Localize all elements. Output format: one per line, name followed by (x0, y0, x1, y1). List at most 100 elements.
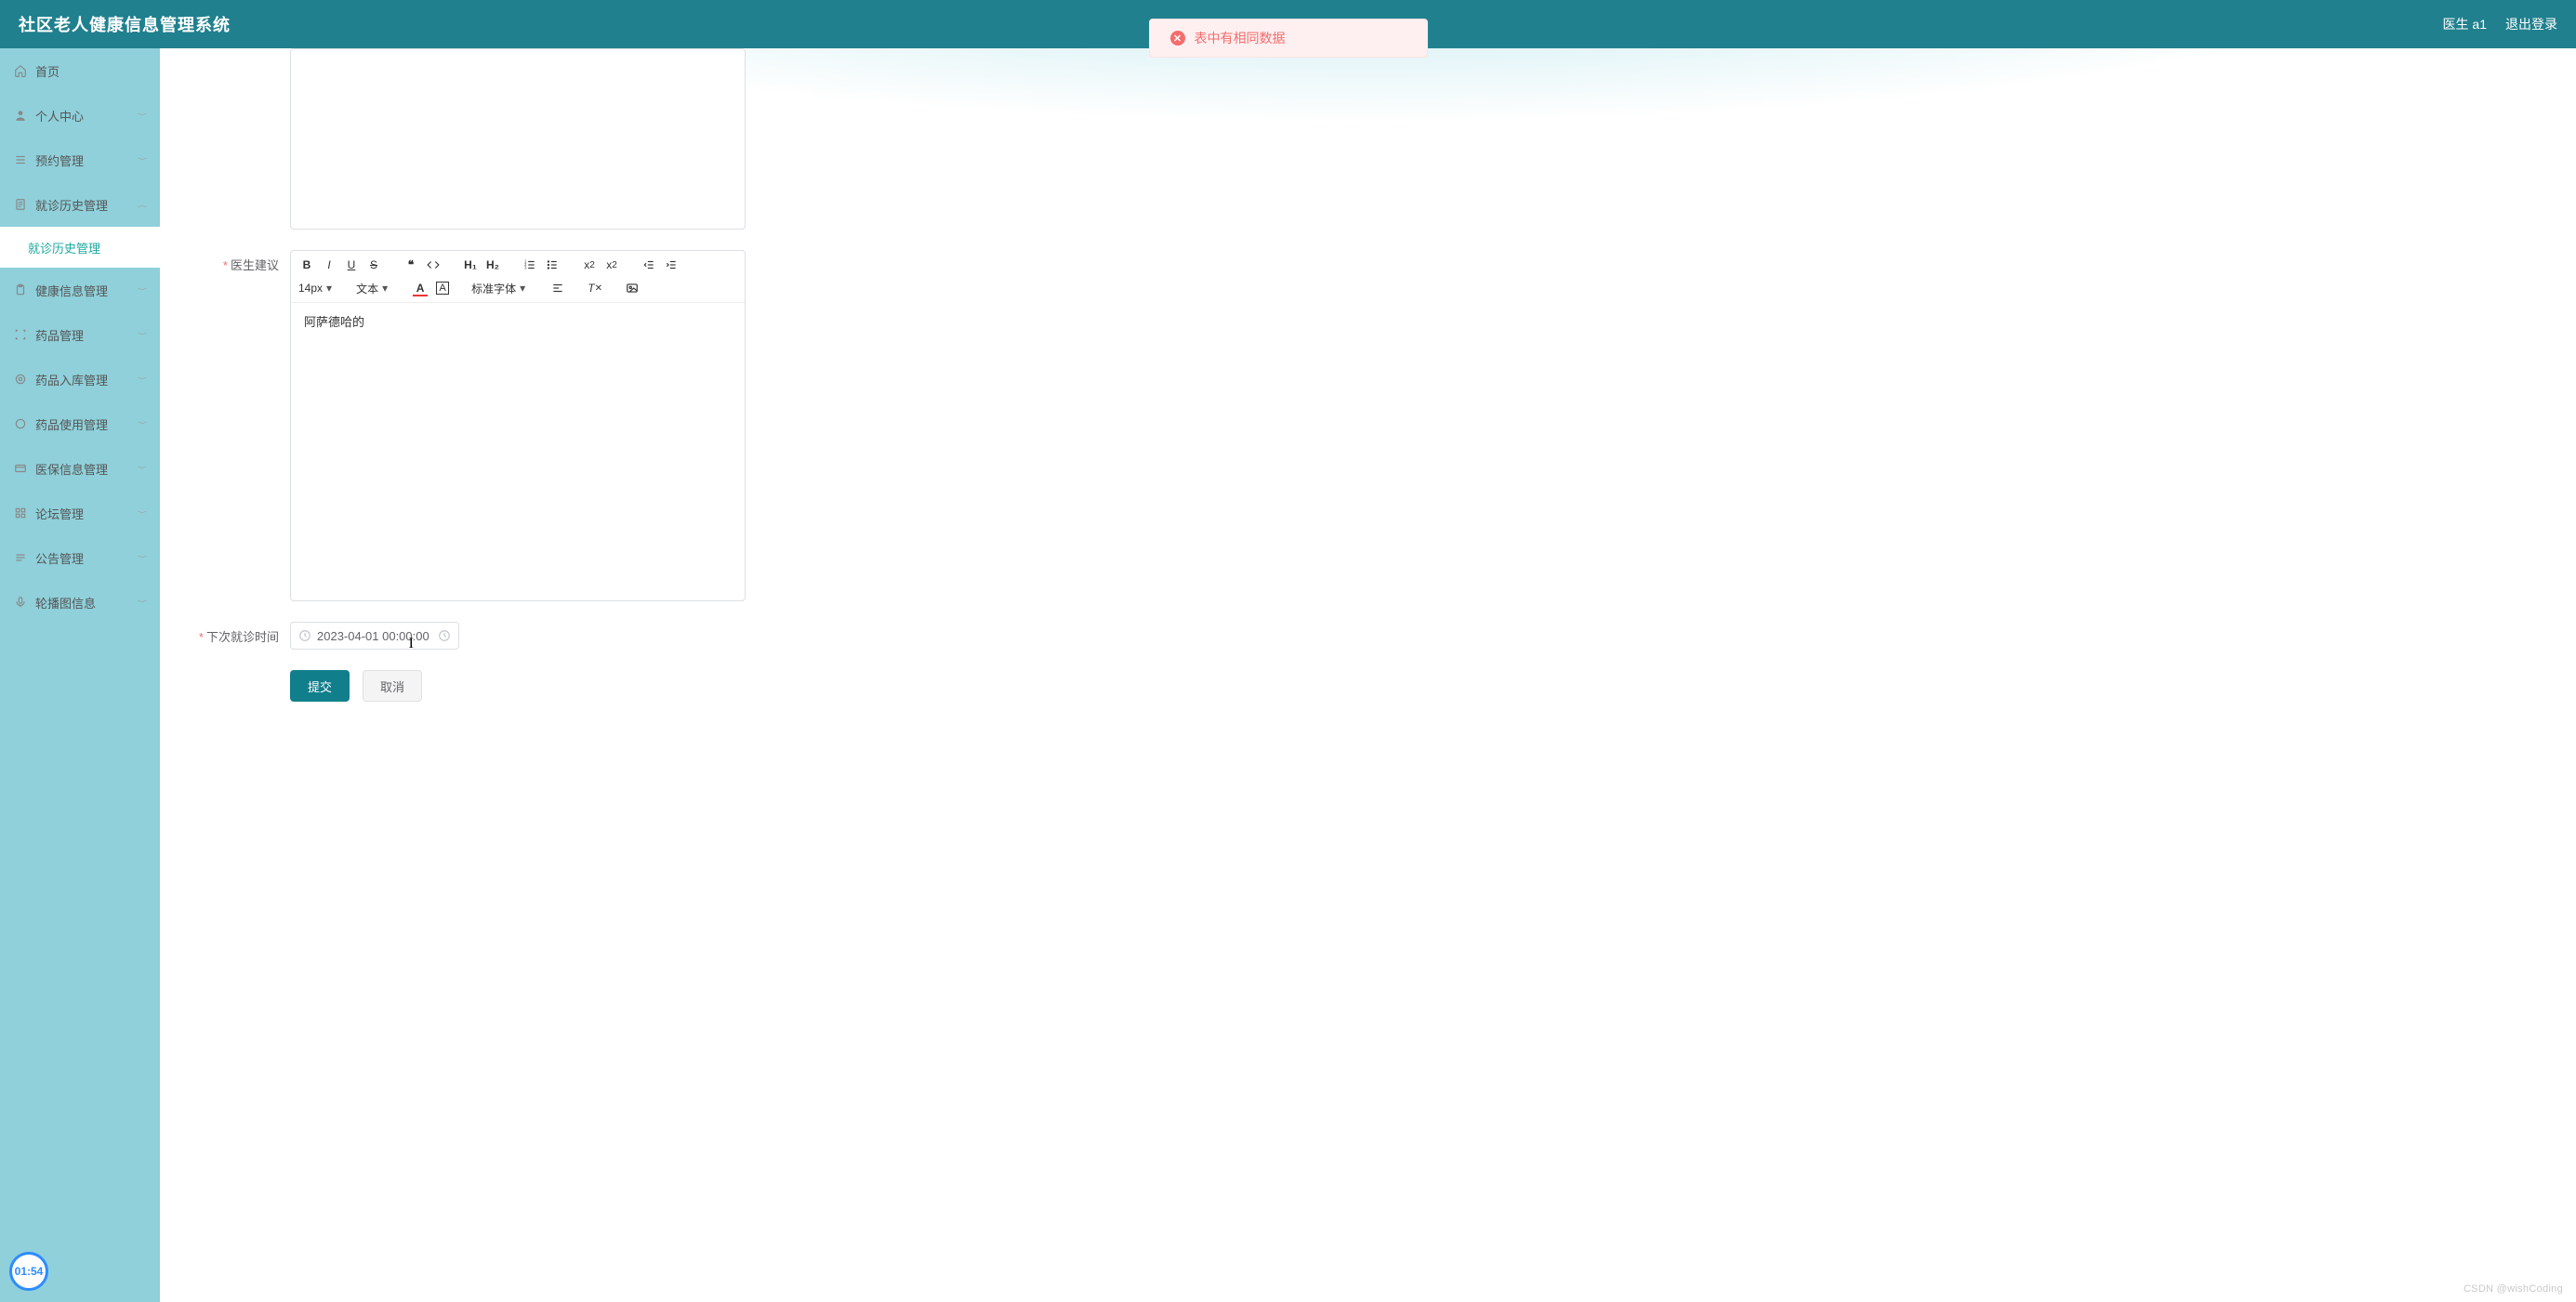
font-kind-select[interactable]: 文本▾ (354, 278, 393, 298)
underline-button[interactable]: U (341, 255, 362, 275)
document-icon (13, 197, 28, 212)
sidebar-item-label: 轮播图信息 (35, 594, 138, 612)
sidebar-item-label: 健康信息管理 (35, 282, 138, 299)
bg-color-button[interactable]: A (432, 278, 453, 298)
sidebar-item-forum[interactable]: 论坛管理 ﹀ (0, 491, 160, 535)
sidebar-item-label: 个人中心 (35, 107, 138, 125)
sidebar-subitem-visit-history[interactable]: 就诊历史管理 (0, 227, 160, 268)
image-button[interactable] (622, 278, 642, 298)
logout-link[interactable]: 退出登录 (2505, 15, 2557, 33)
chevron-down-icon: ﹀ (138, 112, 147, 120)
font-color-button[interactable]: A (410, 278, 430, 298)
advice-label: *医生建议 (188, 250, 290, 601)
chevron-down-icon: ﹀ (138, 598, 147, 607)
circle-icon (13, 416, 28, 431)
italic-button[interactable]: I (319, 255, 339, 275)
watermark: CSDN @wishCoding (2464, 1283, 2563, 1295)
sidebar-subitem-label: 就诊历史管理 (28, 239, 100, 256)
caret-icon: ▾ (326, 282, 332, 295)
form-row-next-time: *下次就诊时间 2023-04-01 00:00:00 I (188, 622, 2548, 650)
chevron-down-icon: ﹀ (138, 509, 147, 518)
chevron-down-icon: ﹀ (138, 554, 147, 562)
sidebar: 首页 个人中心 ﹀ 预约管理 ﹀ 就诊历史管理 ︿ 就诊历史管理 健康信息管理 … (0, 48, 160, 1302)
bars-icon (13, 550, 28, 565)
clock-suffix-icon (438, 629, 451, 642)
subscript-button[interactable]: x2 (579, 255, 600, 275)
caret-icon: ▾ (382, 282, 388, 295)
superscript-button[interactable]: x2 (601, 255, 622, 275)
sidebar-item-label: 公告管理 (35, 549, 138, 567)
list-icon (13, 152, 28, 167)
sidebar-item-home[interactable]: 首页 (0, 48, 160, 93)
sidebar-item-label: 医保信息管理 (35, 460, 138, 478)
card-icon (13, 461, 28, 476)
chevron-down-icon: ﹀ (138, 286, 147, 295)
sidebar-item-appointment[interactable]: 预约管理 ﹀ (0, 138, 160, 182)
form-buttons: 提交 取消 (188, 670, 2548, 702)
sidebar-item-drug-use[interactable]: 药品使用管理 ﹀ (0, 401, 160, 446)
sidebar-item-insurance[interactable]: 医保信息管理 ﹀ (0, 446, 160, 491)
quote-button[interactable]: ❝ (401, 255, 421, 275)
unordered-list-button[interactable] (542, 255, 562, 275)
date-value: 2023-04-01 00:00:00 (317, 629, 429, 643)
toast-text: 表中有相同数据 (1195, 29, 1286, 47)
sidebar-item-drug[interactable]: 药品管理 ﹀ (0, 312, 160, 357)
editor-prev[interactable] (290, 48, 746, 230)
sidebar-item-visit-history[interactable]: 就诊历史管理 ︿ (0, 182, 160, 227)
sidebar-item-label: 预约管理 (35, 151, 138, 169)
sidebar-item-health-info[interactable]: 健康信息管理 ﹀ (0, 268, 160, 312)
scan-icon (13, 327, 28, 342)
clear-format-button[interactable]: T✕ (585, 278, 605, 298)
form-row-prev (188, 48, 2548, 230)
caret-icon: ▾ (520, 282, 525, 295)
next-time-label: *下次就诊时间 (188, 622, 290, 650)
font-size-select[interactable]: 14px▾ (297, 278, 337, 298)
mic-icon (13, 595, 28, 610)
sidebar-item-label: 论坛管理 (35, 505, 138, 522)
next-time-input[interactable]: 2023-04-01 00:00:00 I (290, 622, 459, 650)
bold-button[interactable]: B (297, 255, 317, 275)
h1-button[interactable]: H₁ (460, 255, 481, 275)
person-icon (13, 108, 28, 123)
sidebar-submenu: 就诊历史管理 (0, 227, 160, 268)
error-toast: ✕ 表中有相同数据 (1149, 19, 1428, 58)
rich-editor: B I U S ❝ H₁ H₂ 123 (290, 250, 746, 601)
main-content: *医生建议 B I U S ❝ H₁ (160, 48, 2576, 1302)
clock-icon (298, 629, 311, 642)
chevron-down-icon: ﹀ (138, 465, 147, 473)
chevron-down-icon: ﹀ (138, 375, 147, 384)
sidebar-item-drug-in[interactable]: 药品入库管理 ﹀ (0, 357, 160, 401)
sidebar-item-label: 药品入库管理 (35, 371, 138, 388)
submit-button[interactable]: 提交 (290, 670, 350, 702)
h2-button[interactable]: H₂ (482, 255, 503, 275)
form-row-advice: *医生建议 B I U S ❝ H₁ (188, 250, 2548, 601)
sidebar-item-label: 药品管理 (35, 326, 138, 344)
code-button[interactable] (423, 255, 443, 275)
required-asterisk: * (199, 630, 204, 644)
ordered-list-button[interactable]: 123 (520, 255, 540, 275)
indent-button[interactable] (661, 255, 681, 275)
grid-icon (13, 506, 28, 520)
chevron-up-icon: ︿ (138, 201, 147, 209)
chevron-down-icon: ﹀ (138, 331, 147, 339)
sidebar-item-profile[interactable]: 个人中心 ﹀ (0, 93, 160, 138)
strike-button[interactable]: S (363, 255, 384, 275)
timer-badge[interactable]: 01:54 (9, 1252, 48, 1291)
font-family-select[interactable]: 标准字体▾ (469, 278, 531, 298)
required-asterisk: * (223, 258, 228, 272)
sidebar-item-label: 就诊历史管理 (35, 196, 138, 214)
sidebar-item-label: 药品使用管理 (35, 415, 138, 433)
app-title: 社区老人健康信息管理系统 (19, 12, 231, 36)
outdent-button[interactable] (639, 255, 659, 275)
svg-text:3: 3 (524, 266, 527, 270)
chevron-down-icon: ﹀ (138, 420, 147, 428)
cancel-button[interactable]: 取消 (363, 670, 422, 702)
error-icon: ✕ (1170, 31, 1185, 46)
sidebar-item-announce[interactable]: 公告管理 ﹀ (0, 535, 160, 580)
current-user[interactable]: 医生 a1 (2443, 15, 2487, 33)
sidebar-item-carousel[interactable]: 轮播图信息 ﹀ (0, 580, 160, 625)
clipboard-icon (13, 283, 28, 297)
align-button[interactable] (548, 278, 568, 298)
advice-editor-content[interactable]: 阿萨德哈的 (291, 303, 745, 600)
sidebar-item-label: 首页 (35, 62, 147, 80)
